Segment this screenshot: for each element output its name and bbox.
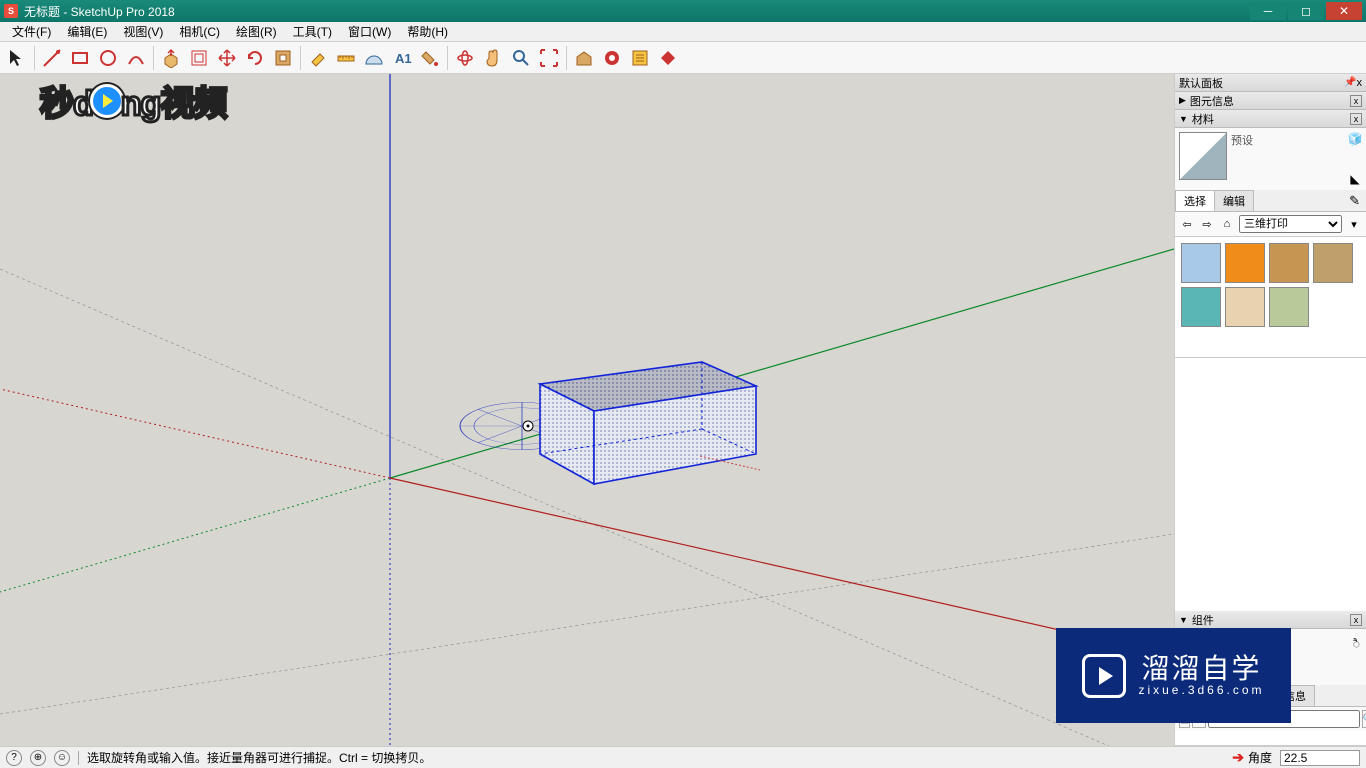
swatch[interactable] [1269, 243, 1309, 283]
swatch[interactable] [1225, 287, 1265, 327]
menu-camera[interactable]: 相机(C) [171, 21, 228, 42]
component-pin-icon[interactable]: ै [1353, 635, 1360, 652]
extension-warehouse-tool[interactable] [599, 45, 625, 71]
watermark-bottomright: 溜溜自学 zixue.3d66.com [1056, 628, 1291, 723]
material-current-swatch[interactable] [1179, 132, 1227, 180]
scene-3d [0, 74, 1174, 746]
materials-tab-edit[interactable]: 编辑 [1214, 190, 1254, 211]
help-icon[interactable]: ? [6, 750, 22, 766]
panel-entity-info[interactable]: ▶ 图元信息 x [1175, 92, 1366, 110]
paint-tool[interactable] [417, 45, 443, 71]
arc-tool[interactable] [123, 45, 149, 71]
library-menu-icon[interactable]: ▾ [1346, 216, 1362, 232]
line-tool[interactable] [39, 45, 65, 71]
rectangle-tool[interactable] [67, 45, 93, 71]
scale-tool[interactable] [270, 45, 296, 71]
search-icon[interactable]: 🔍 [1362, 710, 1366, 728]
material-preset-label: 预设 [1231, 132, 1344, 148]
text-tool[interactable]: A1 [389, 45, 415, 71]
panel-close[interactable]: x [1350, 95, 1362, 107]
extension-manager-tool[interactable] [655, 45, 681, 71]
svg-text:A1: A1 [395, 51, 412, 66]
panel-close[interactable]: x [1350, 113, 1362, 125]
panel-close[interactable]: x [1350, 614, 1362, 626]
menu-help[interactable]: 帮助(H) [399, 21, 456, 42]
expand-icon: ▼ [1179, 114, 1188, 124]
window-maximize-button[interactable]: ◻ [1288, 2, 1324, 20]
window-title: 无标题 - SketchUp Pro 2018 [24, 3, 175, 20]
vcb-label: 角度 [1248, 749, 1272, 766]
swatch[interactable] [1181, 287, 1221, 327]
collapse-icon: ▶ [1179, 95, 1186, 106]
eyedropper-icon[interactable]: ✎ [1343, 193, 1366, 209]
titlebar: S 无标题 - SketchUp Pro 2018 ─ ◻ ✕ [0, 0, 1366, 22]
viewport[interactable] [0, 74, 1174, 746]
menu-window[interactable]: 窗口(W) [340, 21, 399, 42]
user-icon[interactable]: ☺ [54, 750, 70, 766]
select-tool[interactable] [4, 45, 30, 71]
material-create-icon[interactable]: 🧊 [1348, 132, 1363, 146]
status-hint: 选取旋转角或输入值。接近量角器可进行捕捉。Ctrl = 切换拷贝。 [87, 749, 431, 766]
warehouse-tool[interactable] [571, 45, 597, 71]
window-close-button[interactable]: ✕ [1326, 2, 1362, 20]
menubar: 文件(F) 编辑(E) 视图(V) 相机(C) 绘图(R) 工具(T) 窗口(W… [0, 22, 1366, 42]
zoom-extents-tool[interactable] [536, 45, 562, 71]
eraser-tool[interactable] [305, 45, 331, 71]
menu-file[interactable]: 文件(F) [4, 21, 59, 42]
swatch[interactable] [1181, 243, 1221, 283]
offset-tool[interactable] [186, 45, 212, 71]
material-swatches [1175, 237, 1366, 357]
panel-materials: 预设 🧊 ◣ 选择 编辑 ✎ ⇦ ⇨ ⌂ 三维打印 ▾ [1175, 128, 1366, 358]
vcb-input[interactable] [1280, 750, 1360, 766]
material-default-icon[interactable]: ◣ [1350, 172, 1359, 186]
move-tool[interactable] [214, 45, 240, 71]
menu-view[interactable]: 视图(V) [115, 21, 171, 42]
tray-close[interactable]: x [1357, 77, 1363, 89]
send-layout-tool[interactable] [627, 45, 653, 71]
materials-tab-select[interactable]: 选择 [1175, 190, 1215, 211]
nav-back-icon[interactable]: ⇦ [1179, 216, 1195, 232]
home-icon[interactable]: ⌂ [1219, 216, 1235, 232]
swatch[interactable] [1225, 243, 1265, 283]
zoom-tool[interactable] [508, 45, 534, 71]
rotate-tool[interactable] [242, 45, 268, 71]
pushpull-tool[interactable] [158, 45, 184, 71]
window-minimize-button[interactable]: ─ [1250, 2, 1286, 20]
tape-tool[interactable] [333, 45, 359, 71]
app-icon: S [4, 4, 18, 18]
arrow-indicator: ➔ [1232, 749, 1244, 766]
protractor-tool[interactable] [361, 45, 387, 71]
panel-materials-header[interactable]: ▼ 材料 x [1175, 110, 1366, 128]
pin-icon[interactable]: 📌 [1344, 77, 1356, 88]
statusbar: ? ⊕ ☺ 选取旋转角或输入值。接近量角器可进行捕捉。Ctrl = 切换拷贝。 … [0, 746, 1366, 768]
tray-title[interactable]: 默认面板 📌 x [1175, 74, 1366, 92]
menu-draw[interactable]: 绘图(R) [228, 21, 285, 42]
menu-edit[interactable]: 编辑(E) [59, 21, 115, 42]
selected-box [540, 362, 756, 484]
swatch[interactable] [1269, 287, 1309, 327]
expand-icon: ▼ [1179, 615, 1188, 625]
toolbar: A1 [0, 42, 1366, 74]
circle-tool[interactable] [95, 45, 121, 71]
pan-tool[interactable] [480, 45, 506, 71]
material-library-select[interactable]: 三维打印 [1239, 215, 1342, 233]
geo-icon[interactable]: ⊕ [30, 750, 46, 766]
panel-components-header[interactable]: ▼ 组件 x [1175, 611, 1366, 629]
menu-tools[interactable]: 工具(T) [285, 21, 340, 42]
nav-fwd-icon[interactable]: ⇨ [1199, 216, 1215, 232]
swatch[interactable] [1313, 243, 1353, 283]
orbit-tool[interactable] [452, 45, 478, 71]
